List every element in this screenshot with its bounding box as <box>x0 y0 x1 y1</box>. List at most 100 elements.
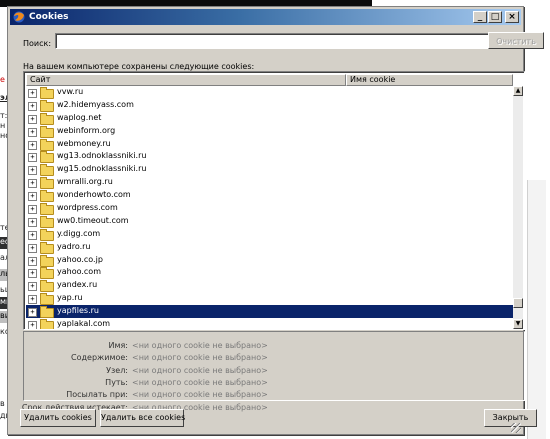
folder-icon <box>40 280 54 293</box>
folder-icon <box>40 203 54 216</box>
detail-value: <ни одного cookie не выбрано> <box>132 341 268 350</box>
folder-icon <box>40 138 54 151</box>
expand-icon[interactable]: + <box>28 243 37 253</box>
folder-icon <box>40 151 54 164</box>
cookie-site-row[interactable]: + yandex.ru <box>26 279 513 293</box>
scroll-thumb[interactable] <box>513 298 523 309</box>
expand-icon[interactable]: + <box>28 166 37 176</box>
cookie-site-label: wordpress.com <box>57 203 118 213</box>
folder-icon <box>40 190 54 203</box>
cookie-site-label: yandex.ru <box>57 280 98 290</box>
cookie-site-label: yap.ru <box>57 293 83 303</box>
expand-icon[interactable]: + <box>28 256 37 266</box>
cookie-site-row[interactable]: + waplog.net <box>26 112 513 125</box>
folder-icon <box>40 267 54 280</box>
cookie-site-row[interactable]: + wmralli.org.ru <box>26 176 513 190</box>
folder-icon <box>40 215 54 228</box>
expand-icon[interactable]: + <box>28 295 37 305</box>
resize-grip[interactable] <box>511 423 521 433</box>
cookie-site-label: webinform.org <box>57 125 116 135</box>
expand-icon[interactable]: + <box>28 153 37 163</box>
cookie-tree-rows: + vvw.ru + w2.hidemyass.com + waplog.net + webi… <box>26 86 513 329</box>
expand-icon[interactable]: + <box>28 114 37 124</box>
detail-row: Срок действия истекает: <ни одного cookie… <box>22 402 524 414</box>
cookie-site-row[interactable]: + webinform.org <box>26 125 513 138</box>
detail-label: Узел: <box>106 365 128 375</box>
expand-icon[interactable]: + <box>28 230 37 240</box>
cookie-site-row[interactable]: + w2.hidemyass.com <box>26 99 513 112</box>
tree-scrollbar[interactable]: ▲ ▼ <box>513 86 523 329</box>
expand-icon[interactable]: + <box>28 269 37 279</box>
expand-icon[interactable]: + <box>28 179 37 189</box>
clear-button[interactable]: Очистить <box>488 32 544 49</box>
intro-text: На вашем компьютере сохранены следующие … <box>23 62 255 71</box>
firefox-icon <box>13 11 25 23</box>
detail-row: Узел: <ни одного cookie не выбрано> <box>24 365 524 377</box>
cookie-site-label: ww0.timeout.com <box>57 215 129 225</box>
cookie-site-row[interactable]: + wonderhowto.com <box>26 189 513 203</box>
cookie-details-panel: Имя: <ни одного cookie не выбрано> Содержи… <box>22 331 525 412</box>
expand-icon[interactable]: + <box>28 89 37 98</box>
cookie-site-label: yaplakal.com <box>57 319 111 329</box>
detail-label: Посылать при: <box>66 390 128 400</box>
cookie-site-label: waplog.net <box>57 112 102 122</box>
expand-icon[interactable]: + <box>28 282 37 292</box>
folder-icon <box>40 112 54 125</box>
cookie-site-label: wg15.odnoklassniki.ru <box>57 164 147 174</box>
cookie-site-label: yahoo.co.jp <box>57 254 103 264</box>
cookie-site-row[interactable]: + yahoo.com <box>26 266 513 280</box>
column-header-cookie-name[interactable]: Имя cookie <box>346 74 513 86</box>
cookie-site-row[interactable]: + vvw.ru <box>26 86 513 99</box>
detail-value: <ни одного cookie не выбрано> <box>132 365 268 375</box>
detail-label: Содержимое: <box>71 353 128 363</box>
remove-cookies-button[interactable]: Удалить cookies <box>20 409 96 427</box>
cookie-site-row[interactable]: + y.digg.com <box>26 228 513 241</box>
scroll-down-button[interactable]: ▼ <box>513 319 523 329</box>
search-label: Поиск: <box>23 39 52 48</box>
cookie-site-row[interactable]: + wg13.odnoklassniki.ru <box>26 150 513 164</box>
cookie-site-label: w2.hidemyass.com <box>57 99 134 109</box>
background-scrollbar <box>527 180 546 439</box>
folder-icon <box>40 125 54 138</box>
expand-icon[interactable]: + <box>28 192 37 202</box>
cookie-site-label: wmralli.org.ru <box>57 177 113 187</box>
scroll-up-button[interactable]: ▲ <box>513 86 523 96</box>
expand-icon[interactable]: + <box>28 321 37 329</box>
detail-row: Путь: <ни одного cookie не выбрано> <box>24 377 524 389</box>
cookie-site-label: wg13.odnoklassniki.ru <box>57 151 147 161</box>
cookie-site-row[interactable]: + yapfiles.ru <box>26 305 513 319</box>
cookie-site-label: vvw.ru <box>57 87 84 96</box>
folder-icon <box>40 99 54 112</box>
column-header-site[interactable]: Сайт <box>26 74 346 86</box>
folder-icon <box>40 164 54 177</box>
cookie-site-label: webmoney.ru <box>57 138 111 148</box>
cookie-site-row[interactable]: + webmoney.ru <box>26 138 513 151</box>
search-input[interactable] <box>55 33 490 49</box>
cookie-site-row[interactable]: + yahoo.co.jp <box>26 254 513 267</box>
cookies-dialog: Cookies _ □ × Поиск: Очистить На вашем к… <box>7 6 544 435</box>
detail-label: Путь: <box>105 377 128 387</box>
cookie-site-row[interactable]: + wg15.odnoklassniki.ru <box>26 163 513 177</box>
title-bar[interactable]: Cookies _ □ × <box>10 9 521 25</box>
detail-row: Посылать при: <ни одного cookie не выбран… <box>24 389 524 401</box>
cookie-site-row[interactable]: + yap.ru <box>26 292 513 306</box>
window-title: Cookies <box>29 12 69 22</box>
detail-value: <ни одного cookie не выбрано> <box>132 377 268 387</box>
expand-icon[interactable]: + <box>28 205 37 215</box>
expand-icon[interactable]: + <box>28 217 37 227</box>
cookie-site-row[interactable]: + yadro.ru <box>26 241 513 254</box>
cookie-site-row[interactable]: + ww0.timeout.com <box>26 215 513 228</box>
cookie-site-row[interactable]: + wordpress.com <box>26 202 513 216</box>
expand-icon[interactable]: + <box>28 127 37 137</box>
cookie-site-row[interactable]: + yaplakal.com <box>26 318 513 329</box>
remove-all-cookies-button[interactable]: Удалить все cookies <box>100 409 185 427</box>
cookie-site-label: yapfiles.ru <box>57 306 99 316</box>
expand-icon[interactable]: + <box>28 308 37 318</box>
folder-icon <box>40 228 54 241</box>
close-window-button[interactable]: × <box>505 11 519 23</box>
minimize-button[interactable]: _ <box>473 11 487 23</box>
maximize-button[interactable]: □ <box>488 11 502 23</box>
cookie-tree[interactable]: Сайт Имя cookie + vvw.ru + w2.hidemyass.com… <box>23 71 525 330</box>
expand-icon[interactable]: + <box>28 101 37 111</box>
expand-icon[interactable]: + <box>28 140 37 150</box>
